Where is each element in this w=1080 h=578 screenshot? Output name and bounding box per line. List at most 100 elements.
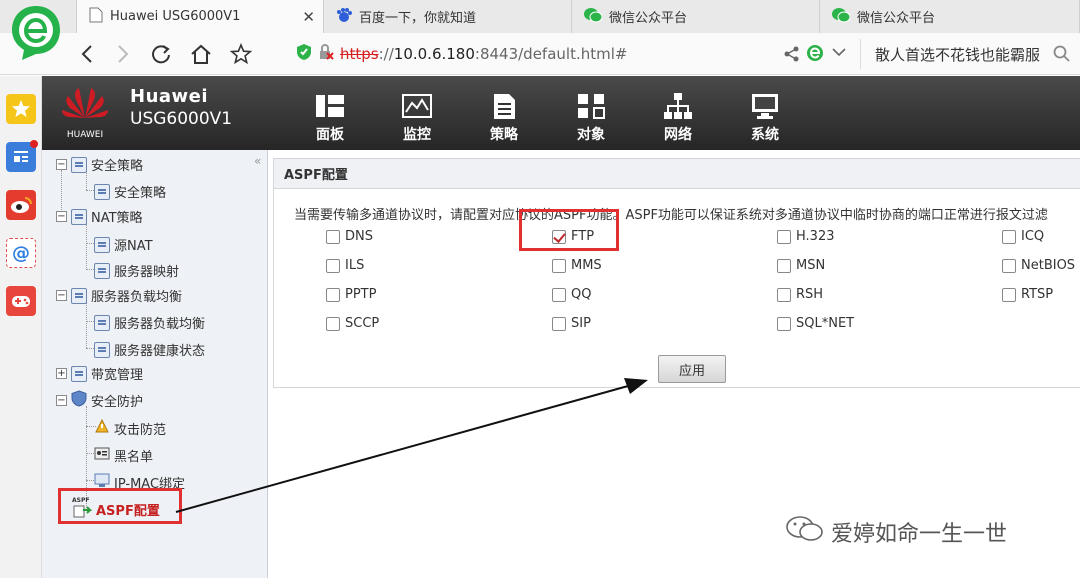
tab-baidu[interactable]: 百度一下，你就知道 xyxy=(324,0,572,33)
checkbox-box[interactable] xyxy=(1002,258,1016,273)
protocol-checkbox-mms[interactable]: MMS xyxy=(552,258,602,273)
wechat-icon xyxy=(584,7,603,27)
protocol-checkbox-sip[interactable]: SIP xyxy=(552,316,591,331)
protocol-checkbox-ils[interactable]: ILS xyxy=(326,258,364,273)
tree-group-server-load-balancing[interactable]: − 服务器负载均衡 xyxy=(56,286,182,305)
tree-group-security-protection[interactable]: − 安全防护 xyxy=(56,390,143,411)
tree-label: 攻击防范 xyxy=(114,422,167,438)
protocol-checkbox-dns[interactable]: DNS xyxy=(326,229,373,244)
logo-text: HUAWEI xyxy=(66,130,104,140)
back-button[interactable] xyxy=(72,39,102,69)
protocol-label: RTSP xyxy=(1021,287,1054,302)
url-host: 10.0.6.180 xyxy=(393,45,475,63)
protocol-checkbox-h323[interactable]: H.323 xyxy=(777,229,835,244)
checkbox-box[interactable] xyxy=(777,287,791,302)
tree-label: 带宽管理 xyxy=(91,368,144,383)
checkbox-box[interactable] xyxy=(777,316,791,331)
tree-group-nat-policy[interactable]: − NAT策略 xyxy=(56,207,143,226)
tree-item-source-nat[interactable]: 源NAT xyxy=(94,235,153,254)
checkbox-box[interactable] xyxy=(777,258,791,273)
bandwidth-icon xyxy=(71,365,87,382)
checkbox-box[interactable] xyxy=(552,287,566,302)
favorites-star-icon[interactable] xyxy=(6,94,36,124)
protocol-checkbox-rtsp[interactable]: RTSP xyxy=(1002,287,1053,302)
protocol-checkbox-netbios[interactable]: NetBIOS xyxy=(1002,258,1075,273)
tree-item-attack-defense[interactable]: 攻击防范 xyxy=(94,418,166,438)
menu-label: 网络 xyxy=(664,127,692,143)
checkbox-box[interactable] xyxy=(326,287,340,302)
menu-objects[interactable]: 对象 xyxy=(561,92,621,144)
collapse-icon[interactable]: − xyxy=(56,290,67,301)
protocol-checkbox-rsh[interactable]: RSH xyxy=(777,287,823,302)
engine-e-icon[interactable] xyxy=(806,44,824,66)
menu-policy[interactable]: 策略 xyxy=(474,92,534,144)
apply-button[interactable]: 应用 xyxy=(658,355,726,383)
checkbox-box[interactable] xyxy=(326,316,340,331)
insecure-lock-icon xyxy=(318,44,334,64)
tree-item-server-load-balancing[interactable]: 服务器负载均衡 xyxy=(94,313,205,332)
tree-item-security-policy[interactable]: 安全策略 xyxy=(94,182,166,201)
checkbox-box[interactable] xyxy=(326,258,340,273)
forward-button[interactable] xyxy=(108,39,138,69)
menu-monitor[interactable]: 监控 xyxy=(387,92,447,144)
bookmark-star-button[interactable] xyxy=(226,39,256,69)
tree-group-bandwidth[interactable]: + 带宽管理 xyxy=(56,364,143,383)
weibo-icon[interactable] xyxy=(6,190,36,220)
home-button[interactable] xyxy=(186,39,216,69)
checkbox-box[interactable] xyxy=(552,316,566,331)
share-icon[interactable] xyxy=(784,46,800,66)
chevron-down-icon[interactable] xyxy=(832,47,846,62)
collapse-panel-icon[interactable]: « xyxy=(254,154,261,168)
checkbox-box[interactable] xyxy=(326,229,340,244)
menu-system[interactable]: 系统 xyxy=(735,92,795,144)
watermark-text: 爱婷如命一生一世 xyxy=(831,522,1008,547)
security-policy-icon xyxy=(94,183,110,200)
protocol-checkbox-sccp[interactable]: SCCP xyxy=(326,316,379,331)
url-field[interactable]: https://10.0.6.180:8443/default.html# xyxy=(296,42,627,66)
tab-wechat-2[interactable]: 微信公众平台 xyxy=(820,0,1080,33)
checkbox-box[interactable] xyxy=(777,229,791,244)
protocol-checkbox-pptp[interactable]: PPTP xyxy=(326,287,376,302)
collapse-icon[interactable]: − xyxy=(56,395,67,406)
reload-button[interactable] xyxy=(146,39,176,69)
aspf-description: 当需要传输多通道协议时，请配置对应协议的ASPF功能。ASPF功能可以保证系统对… xyxy=(294,208,1048,223)
device-brand: Huawei USG6000V1 xyxy=(130,86,232,129)
tree-item-server-mapping[interactable]: 服务器映射 xyxy=(94,261,179,280)
checkbox-box[interactable] xyxy=(1002,229,1016,244)
mail-at-icon[interactable]: @ xyxy=(6,238,36,268)
url-path: :8443/default.html# xyxy=(474,45,628,63)
protocol-label: MMS xyxy=(571,258,602,273)
tab-huawei[interactable]: Huawei USG6000V1 ✕ xyxy=(76,0,324,33)
protocol-checkbox-msn[interactable]: MSN xyxy=(777,258,825,273)
tree-item-blacklist[interactable]: 黑名单 xyxy=(94,445,153,465)
menu-label: 面板 xyxy=(316,127,344,143)
expand-icon[interactable]: + xyxy=(56,368,67,379)
search-input[interactable]: 散人首选不花钱也能霸服 xyxy=(860,39,1080,69)
protocol-checkbox-sqlnet[interactable]: SQL*NET xyxy=(777,316,854,331)
protocol-checkbox-icq[interactable]: ICQ xyxy=(1002,229,1044,244)
checkbox-box[interactable] xyxy=(552,258,566,273)
game-controller-icon[interactable] xyxy=(6,286,36,316)
protocol-label: ICQ xyxy=(1021,229,1045,244)
collapse-icon[interactable]: − xyxy=(56,211,67,222)
tree-item-server-health[interactable]: 服务器健康状态 xyxy=(94,340,205,359)
shield-icon xyxy=(296,43,312,65)
news-feed-icon[interactable] xyxy=(6,140,38,172)
star-icon xyxy=(230,43,252,65)
url-separator: :// xyxy=(378,45,394,63)
close-icon[interactable]: ✕ xyxy=(302,8,315,26)
dashboard-icon xyxy=(316,95,344,117)
search-icon[interactable] xyxy=(1053,45,1071,67)
menu-network[interactable]: 网络 xyxy=(648,92,708,144)
forward-arrow-icon xyxy=(118,45,129,63)
tree-group-security-policy[interactable]: − 安全策略 xyxy=(56,155,143,174)
browser-tab-bar: Huawei USG6000V1 ✕ 百度一下，你就知道 微信公众平台 微信公众… xyxy=(0,0,1080,60)
source-nat-icon xyxy=(94,236,110,253)
collapse-icon[interactable]: − xyxy=(56,159,67,170)
menu-dashboard[interactable]: 面板 xyxy=(300,92,360,144)
tab-wechat-1[interactable]: 微信公众平台 xyxy=(572,0,820,33)
protocol-label: ILS xyxy=(345,258,365,273)
checkbox-box[interactable] xyxy=(1002,287,1016,302)
protocol-checkbox-qq[interactable]: QQ xyxy=(552,287,591,302)
menu-label: 策略 xyxy=(490,127,518,143)
